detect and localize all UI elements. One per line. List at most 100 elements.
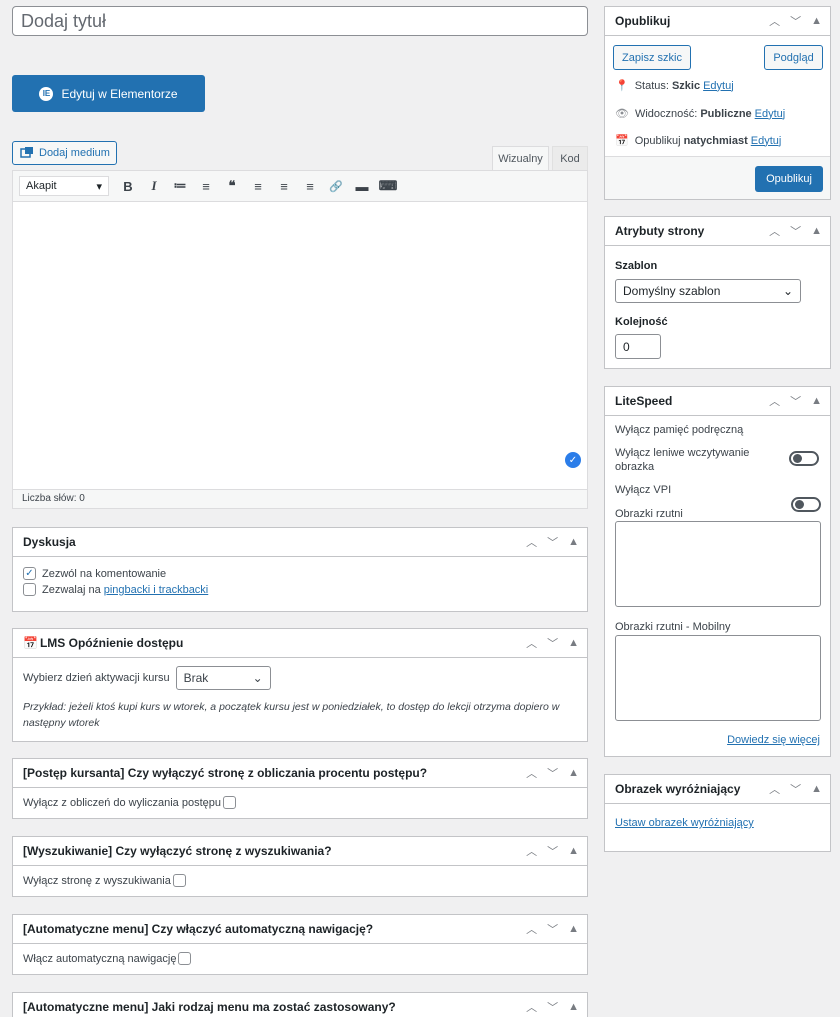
page-attributes-box: Atrybuty strony ︿ ﹀ ▲ Szablon Domyślny sza… (604, 216, 831, 369)
progress-title: [Postęp kursanta] Czy wyłączyć stronę z … (23, 766, 428, 780)
featured-title: Obrazek wyróżniający (615, 782, 741, 796)
numbered-list-icon[interactable]: ≡ (193, 179, 219, 194)
calendar-icon: 📅 (615, 135, 629, 147)
link-icon[interactable]: 🔗 (323, 180, 349, 193)
collapse-icon[interactable]: ▲ (568, 637, 579, 649)
visibility-edit-link[interactable]: Edytuj (755, 108, 786, 120)
tab-visual[interactable]: Wizualny (492, 146, 549, 170)
search-exclude-checkbox[interactable] (172, 874, 186, 887)
elementor-icon: IE (39, 86, 54, 101)
move-down-icon[interactable]: ﹀ (547, 534, 558, 550)
status-edit-link[interactable]: Edytuj (703, 80, 734, 92)
move-up-icon[interactable]: ︿ (526, 921, 537, 937)
move-up-icon[interactable]: ︿ (526, 534, 537, 550)
status-value: Szkic (671, 79, 701, 92)
move-down-icon[interactable]: ﹀ (790, 393, 801, 409)
tab-code[interactable]: Kod (552, 146, 588, 170)
viewport-mobile-textarea[interactable] (615, 635, 821, 721)
viewport-textarea[interactable] (615, 521, 821, 607)
publish-box: Opublikuj ︿ ﹀ ▲ Zapisz szkic Podgląd 📍 Sta… (604, 6, 831, 200)
allow-comments-label: Zezwól na komentowanie (42, 567, 167, 580)
toolbar-toggle-icon[interactable]: ⌨ (375, 178, 401, 194)
media-icon (20, 147, 33, 158)
elementor-edit-button[interactable]: IE Edytuj w Elementorze (12, 75, 205, 112)
move-down-icon[interactable]: ﹀ (547, 765, 558, 781)
move-up-icon[interactable]: ︿ (769, 393, 780, 409)
cache-toggle[interactable] (789, 451, 819, 466)
collapse-icon[interactable]: ▲ (568, 536, 579, 548)
allow-comments-checkbox[interactable]: ✓ (23, 567, 36, 580)
search-exclude-box: [Wyszukiwanie] Czy wyłączyć stronę z wys… (12, 836, 588, 897)
collapse-icon[interactable]: ▲ (811, 395, 822, 407)
move-up-icon[interactable]: ︿ (526, 843, 537, 859)
chevron-down-icon: ▾ (96, 180, 102, 193)
elementor-edit-label: Edytuj w Elementorze (61, 86, 178, 101)
blockquote-icon[interactable]: ❝ (219, 178, 245, 194)
save-draft-button[interactable]: Zapisz szkic (613, 45, 691, 70)
collapse-icon[interactable]: ▲ (811, 783, 822, 795)
schedule-edit-link[interactable]: Edytuj (751, 135, 782, 147)
lazy-label: Wyłącz leniwe wczytywanie obrazka (615, 447, 750, 473)
publish-button[interactable]: Opublikuj (755, 166, 823, 192)
read-more-icon[interactable]: ▬ (349, 179, 375, 194)
lms-select-value: Brak (183, 671, 209, 685)
content-editor[interactable] (12, 202, 588, 490)
discussion-box: Dyskusja ︿ ﹀ ▲ ✓ Zezwól na komentowanie Ze… (12, 527, 588, 612)
vpi-label: Wyłącz VPI (615, 484, 672, 496)
progress-checkbox[interactable] (223, 796, 236, 809)
format-select-value: Akapit (26, 180, 57, 192)
move-up-icon[interactable]: ︿ (526, 765, 537, 781)
collapse-icon[interactable]: ▲ (568, 1001, 579, 1013)
order-input[interactable]: 0 (615, 334, 661, 359)
schedule-value: natychmiast (683, 134, 748, 147)
move-down-icon[interactable]: ﹀ (790, 13, 801, 29)
italic-icon[interactable]: I (141, 178, 167, 194)
template-select[interactable]: Domyślny szablon ⌄ (615, 279, 801, 303)
format-select[interactable]: Akapit ▾ (19, 176, 109, 196)
lms-label: Wybierz dzień aktywacji kursu (23, 672, 170, 684)
align-center-icon[interactable]: ≡ (271, 179, 297, 194)
move-up-icon[interactable]: ︿ (526, 635, 537, 651)
viewport-mobile-label: Obrazki rzutni - Mobilny (615, 621, 731, 633)
align-right-icon[interactable]: ≡ (297, 179, 323, 194)
search-exclude-label: Wyłącz stronę z wyszukiwania (23, 874, 171, 887)
lms-day-select[interactable]: Brak ⌄ (175, 666, 271, 690)
move-down-icon[interactable]: ﹀ (547, 843, 558, 859)
order-value: 0 (623, 339, 630, 354)
bold-icon[interactable]: B (115, 179, 141, 194)
collapse-icon[interactable]: ▲ (568, 923, 579, 935)
move-down-icon[interactable]: ﹀ (790, 223, 801, 239)
lazy-toggle[interactable] (791, 497, 821, 512)
align-left-icon[interactable]: ≡ (245, 179, 271, 194)
progress-box: [Postęp kursanta] Czy wyłączyć stronę z … (12, 758, 588, 819)
word-count: Liczba słów: 0 (12, 489, 588, 509)
set-featured-link[interactable]: Ustaw obrazek wyróżniający (615, 817, 754, 829)
menutype-box: [Automatyczne menu] Jaki rodzaj menu ma … (12, 992, 588, 1017)
bullet-list-icon[interactable]: ≔ (167, 178, 193, 194)
title-input[interactable]: Dodaj tytuł (12, 6, 588, 36)
search-exclude-title: [Wyszukiwanie] Czy wyłączyć stronę z wys… (23, 844, 332, 858)
discussion-title: Dyskusja (23, 535, 76, 549)
collapse-icon[interactable]: ▲ (811, 15, 822, 27)
move-up-icon[interactable]: ︿ (769, 223, 780, 239)
move-down-icon[interactable]: ﹀ (547, 999, 558, 1015)
add-media-button[interactable]: Dodaj medium (12, 141, 117, 165)
move-down-icon[interactable]: ﹀ (790, 781, 801, 797)
pingbacks-checkbox[interactable] (23, 583, 36, 596)
move-up-icon[interactable]: ︿ (769, 781, 780, 797)
pingbacks-link[interactable]: pingbacki i trackbacki (104, 584, 209, 596)
chevron-down-icon: ⌄ (252, 671, 263, 685)
visibility-row: 👁 Widoczność: Publiczne Edytuj (615, 107, 786, 121)
preview-button[interactable]: Podgląd (764, 45, 823, 70)
move-down-icon[interactable]: ﹀ (547, 635, 558, 651)
automenu-checkbox[interactable] (178, 952, 192, 965)
move-up-icon[interactable]: ︿ (769, 13, 780, 29)
learn-more-link[interactable]: Dowiedz się więcej (727, 734, 820, 746)
collapse-icon[interactable]: ▲ (811, 225, 822, 237)
move-down-icon[interactable]: ﹀ (547, 921, 558, 937)
lms-box: 📅 LMS Opóźnienie dostępu ︿ ﹀ ▲ Wybierz dzie… (12, 628, 588, 742)
collapse-icon[interactable]: ▲ (568, 767, 579, 779)
collapse-icon[interactable]: ▲ (568, 845, 579, 857)
featured-image-box: Obrazek wyróżniający ︿ ﹀ ▲ Ustaw obrazek w… (604, 774, 831, 852)
move-up-icon[interactable]: ︿ (526, 999, 537, 1015)
